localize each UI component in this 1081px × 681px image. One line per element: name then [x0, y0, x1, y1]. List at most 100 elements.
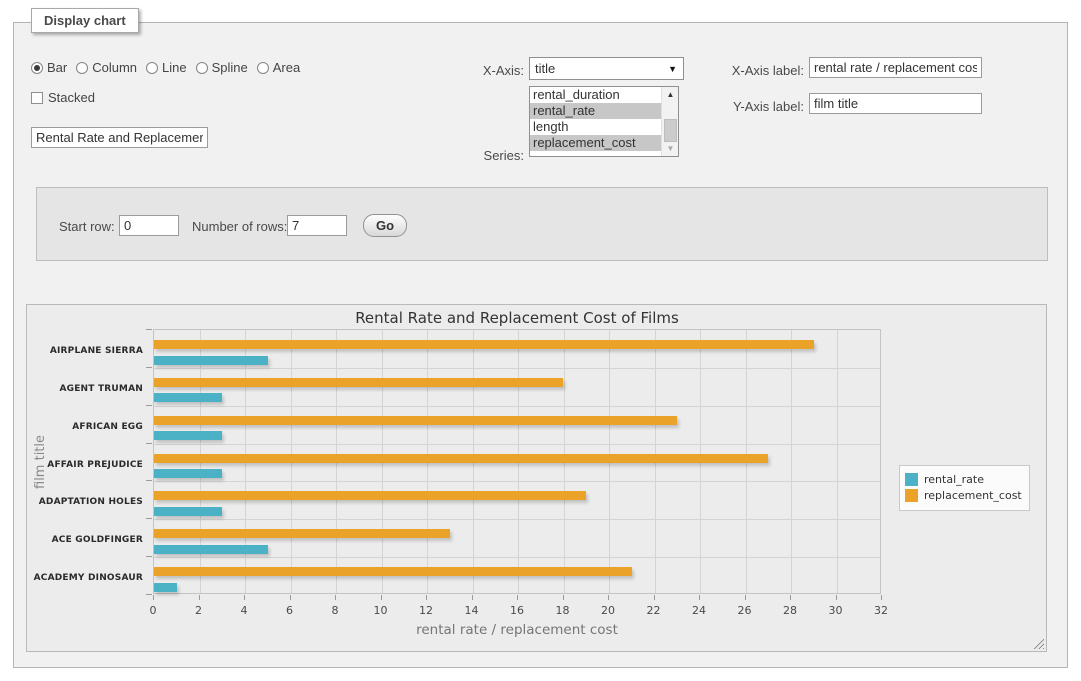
category-label: AGENT TRUMAN [27, 384, 143, 394]
chart-type-spline[interactable]: Spline [196, 60, 248, 75]
radio-icon[interactable] [196, 62, 208, 74]
tick-mark [745, 595, 746, 600]
tick-mark [146, 443, 152, 444]
tick-mark [153, 595, 154, 600]
bar-replacement_cost [154, 454, 768, 463]
series-options: rental_durationrental_ratelengthreplacem… [530, 87, 678, 151]
row-range-panel: Start row: Number of rows: Go [36, 187, 1048, 261]
tick-mark [146, 367, 152, 368]
x-tick-label: 14 [457, 604, 487, 617]
start-row-label: Start row: [59, 219, 115, 234]
chart-x-axis-title: rental rate / replacement cost [153, 622, 881, 638]
tick-mark [472, 595, 473, 600]
bar-replacement_cost [154, 567, 632, 576]
radio-icon[interactable] [76, 62, 88, 74]
bar-rental_rate [154, 469, 222, 478]
bar-rental_rate [154, 545, 268, 554]
chart-type-line[interactable]: Line [146, 60, 187, 75]
radio-icon[interactable] [31, 62, 43, 74]
category-label: ADAPTATION HOLES [27, 497, 143, 507]
x-tick-label: 2 [184, 604, 214, 617]
series-option-replacement_cost[interactable]: replacement_cost [530, 135, 678, 151]
bar-replacement_cost [154, 491, 586, 500]
bar-replacement_cost [154, 416, 677, 425]
chart-type-label: Bar [47, 60, 67, 75]
bar-rental_rate [154, 507, 222, 516]
tick-mark [146, 329, 152, 330]
gridline [154, 519, 880, 520]
tick-mark [426, 595, 427, 600]
number-of-rows-input[interactable] [287, 215, 347, 236]
gridline [154, 368, 880, 369]
series-option-rental_duration[interactable]: rental_duration [530, 87, 678, 103]
x-tick-label: 26 [730, 604, 760, 617]
x-tick-label: 10 [366, 604, 396, 617]
stacked-checkbox[interactable] [31, 92, 43, 104]
tick-mark [290, 595, 291, 600]
start-row-input[interactable] [119, 215, 179, 236]
legend-item-rental_rate: rental_rate [905, 473, 1022, 486]
bar-rental_rate [154, 393, 222, 402]
chart-type-area[interactable]: Area [257, 60, 300, 75]
radio-icon[interactable] [146, 62, 158, 74]
y-axis-label-field-label: Y-Axis label: [670, 99, 804, 114]
x-axis-select[interactable]: title ▼ [529, 57, 684, 80]
series-listbox[interactable]: rental_durationrental_ratelengthreplacem… [529, 86, 679, 157]
scrollbar-thumb[interactable] [664, 119, 677, 142]
go-button[interactable]: Go [363, 214, 407, 237]
fieldset-legend: Display chart [31, 8, 139, 33]
category-label: AIRPLANE SIERRA [27, 346, 143, 356]
chart-title-input[interactable] [31, 127, 208, 148]
x-tick-label: 4 [229, 604, 259, 617]
legend-item-replacement_cost: replacement_cost [905, 489, 1022, 502]
chart-type-column[interactable]: Column [76, 60, 137, 75]
series-option-length[interactable]: length [530, 119, 678, 135]
x-axis-label-input[interactable] [809, 57, 982, 78]
display-chart-fieldset: Display chart BarColumnLineSplineArea St… [13, 22, 1068, 668]
series-label: Series: [414, 148, 524, 163]
x-axis-select-label: X-Axis: [414, 63, 524, 78]
x-tick-label: 24 [684, 604, 714, 617]
radio-icon[interactable] [257, 62, 269, 74]
chart-type-label: Area [273, 60, 300, 75]
number-of-rows-label: Number of rows: [192, 219, 287, 234]
x-tick-label: 32 [866, 604, 896, 617]
category-label: ACE GOLDFINGER [27, 535, 143, 545]
bar-rental_rate [154, 583, 177, 592]
tick-mark [146, 518, 152, 519]
tick-mark [654, 595, 655, 600]
y-axis-label-input[interactable] [809, 93, 982, 114]
chart-title: Rental Rate and Replacement Cost of Film… [153, 309, 881, 327]
series-option-rental_rate[interactable]: rental_rate [530, 103, 678, 119]
bar-rental_rate [154, 431, 222, 440]
category-label: AFFAIR PREJUDICE [27, 460, 143, 470]
tick-mark [146, 556, 152, 557]
tick-mark [699, 595, 700, 600]
category-label: AFRICAN EGG [27, 422, 143, 432]
gridline [154, 557, 880, 558]
plot-grid [153, 329, 881, 594]
x-tick-label: 30 [821, 604, 851, 617]
x-axis-select-value: title [535, 61, 555, 76]
listbox-scrollbar[interactable]: ▲ ▼ [661, 87, 678, 156]
tick-mark [146, 405, 152, 406]
bar-replacement_cost [154, 378, 563, 387]
x-tick-label: 22 [639, 604, 669, 617]
scroll-down-icon[interactable]: ▼ [662, 141, 679, 156]
x-tick-label: 16 [502, 604, 532, 617]
tick-mark [244, 595, 245, 600]
x-tick-label: 18 [548, 604, 578, 617]
tick-mark [836, 595, 837, 600]
gridline [154, 406, 880, 407]
gridline [837, 330, 838, 593]
tick-mark [517, 595, 518, 600]
bar-replacement_cost [154, 340, 814, 349]
tick-mark [563, 595, 564, 600]
x-tick-label: 28 [775, 604, 805, 617]
tick-mark [381, 595, 382, 600]
chart-type-bar[interactable]: Bar [31, 60, 67, 75]
chart-type-label: Spline [212, 60, 248, 75]
bar-replacement_cost [154, 529, 450, 538]
legend-swatch-icon [905, 489, 918, 502]
resize-handle-icon[interactable] [1032, 637, 1044, 649]
